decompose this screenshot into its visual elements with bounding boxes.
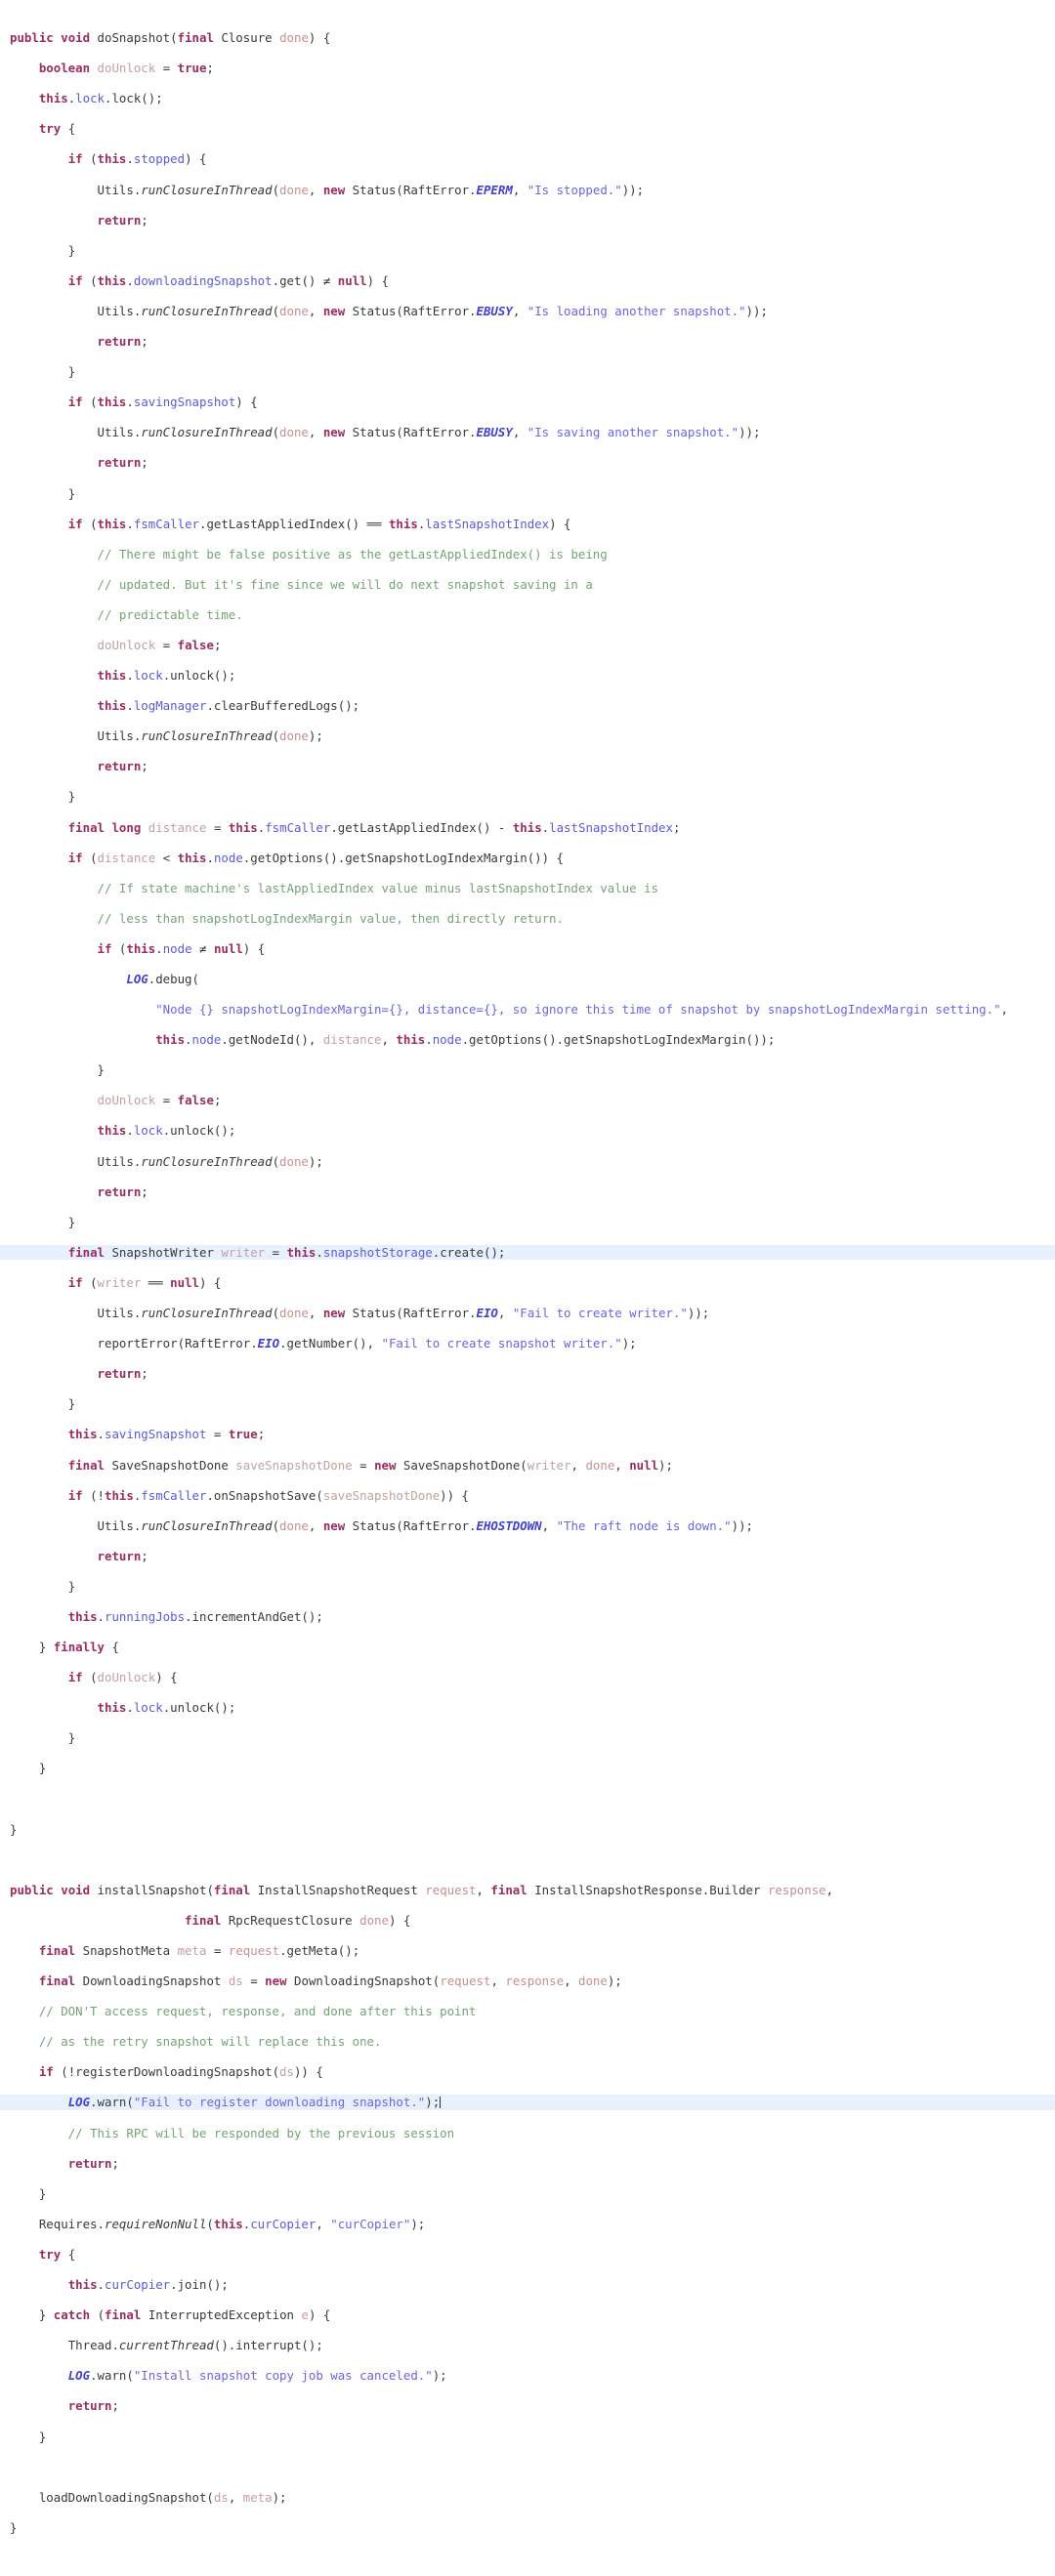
code-line-highlighted[interactable]: LOG.warn("Fail to register downloading s… [0, 2095, 1055, 2111]
code-line[interactable]: if (doUnlock) { [0, 1670, 1055, 1685]
code-line[interactable]: Utils.runClosureInThread(done, new Statu… [0, 304, 1055, 319]
code-line[interactable]: Utils.runClosureInThread(done); [0, 1154, 1055, 1170]
code-line[interactable]: } [0, 1062, 1055, 1078]
code-line[interactable]: Thread.currentThread().interrupt(); [0, 2338, 1055, 2353]
code-line[interactable]: } [0, 364, 1055, 380]
code-line[interactable]: } [0, 1730, 1055, 1746]
code-line[interactable] [0, 1792, 1055, 1807]
code-line[interactable]: } [0, 1215, 1055, 1230]
code-line[interactable]: doUnlock = false; [0, 638, 1055, 653]
code-line[interactable]: Utils.runClosureInThread(done, new Statu… [0, 1518, 1055, 1534]
code-line[interactable]: if (this.node ≠ null) { [0, 941, 1055, 957]
code-line[interactable]: // predictable time. [0, 607, 1055, 623]
code-line[interactable]: Requires.requireNonNull(this.curCopier, … [0, 2217, 1055, 2232]
code-line[interactable]: return; [0, 455, 1055, 471]
code-line[interactable]: } [0, 2520, 1055, 2536]
code-line[interactable] [0, 2460, 1055, 2475]
code-line[interactable]: // as the retry snapshot will replace th… [0, 2034, 1055, 2050]
code-line[interactable]: final SnapshotMeta meta = request.getMet… [0, 1943, 1055, 1959]
code-line[interactable]: // If state machine's lastAppliedIndex v… [0, 881, 1055, 896]
code-line[interactable]: if (this.stopped) { [0, 151, 1055, 167]
code-line[interactable]: return; [0, 1366, 1055, 1382]
code-line[interactable]: } [0, 789, 1055, 805]
text-caret [439, 2097, 441, 2109]
code-line[interactable]: LOG.warn("Install snapshot copy job was … [0, 2368, 1055, 2384]
code-line[interactable]: this.lock.unlock(); [0, 1123, 1055, 1139]
code-line[interactable]: } catch (final InterruptedException e) { [0, 2307, 1055, 2323]
code-line[interactable]: loadDownloadingSnapshot(ds, meta); [0, 2490, 1055, 2506]
code-line[interactable]: return; [0, 1184, 1055, 1200]
code-line[interactable]: this.logManager.clearBufferedLogs(); [0, 698, 1055, 714]
code-line[interactable]: this.runningJobs.incrementAndGet(); [0, 1609, 1055, 1625]
code-line[interactable]: } [0, 2430, 1055, 2445]
code-line[interactable] [0, 2551, 1055, 2566]
code-line[interactable]: Utils.runClosureInThread(done); [0, 728, 1055, 744]
code-editor[interactable]: public void doSnapshot(final Closure don… [0, 0, 1055, 2576]
code-line[interactable]: Utils.runClosureInThread(done, new Statu… [0, 425, 1055, 440]
code-line[interactable]: this.node.getNodeId(), distance, this.no… [0, 1032, 1055, 1048]
code-line[interactable]: // updated. But it's fine since we will … [0, 577, 1055, 593]
code-line[interactable]: doUnlock = false; [0, 1093, 1055, 1108]
code-line[interactable]: this.savingSnapshot = true; [0, 1427, 1055, 1442]
code-line[interactable]: return; [0, 2398, 1055, 2414]
code-line[interactable]: try { [0, 121, 1055, 137]
code-line[interactable]: this.curCopier.join(); [0, 2277, 1055, 2293]
code-line[interactable]: boolean doUnlock = true; [0, 61, 1055, 76]
code-line[interactable]: return; [0, 1549, 1055, 1564]
code-line[interactable]: return; [0, 759, 1055, 774]
code-line[interactable]: return; [0, 334, 1055, 350]
code-line[interactable]: } finally { [0, 1640, 1055, 1655]
code-line[interactable]: "Node {} snapshotLogIndexMargin={}, dist… [0, 1002, 1055, 1018]
code-line[interactable]: if (!registerDownloadingSnapshot(ds)) { [0, 2064, 1055, 2080]
code-line[interactable]: } [0, 1396, 1055, 1412]
code-line[interactable]: if (distance < this.node.getOptions().ge… [0, 851, 1055, 866]
code-line[interactable]: final long distance = this.fsmCaller.get… [0, 820, 1055, 836]
code-line[interactable]: this.lock.unlock(); [0, 1700, 1055, 1716]
code-line[interactable]: final SaveSnapshotDone saveSnapshotDone … [0, 1458, 1055, 1474]
code-line[interactable]: // There might be false positive as the … [0, 547, 1055, 562]
code-line[interactable]: } [0, 1822, 1055, 1838]
code-line[interactable]: Utils.runClosureInThread(done, new Statu… [0, 1306, 1055, 1321]
code-line[interactable]: try { [0, 2247, 1055, 2263]
code-line[interactable]: // DON'T access request, response, and d… [0, 2004, 1055, 2019]
code-line[interactable]: } [0, 2186, 1055, 2202]
code-line[interactable]: if (this.fsmCaller.getLastAppliedIndex()… [0, 517, 1055, 532]
code-line[interactable]: // less than snapshotLogIndexMargin valu… [0, 911, 1055, 927]
code-line[interactable]: this.lock.lock(); [0, 91, 1055, 106]
code-line[interactable]: public void doSnapshot(final Closure don… [0, 30, 1055, 46]
code-line[interactable]: LOG.debug( [0, 972, 1055, 987]
code-line[interactable]: // This RPC will be responded by the pre… [0, 2126, 1055, 2141]
code-line[interactable] [0, 1852, 1055, 1868]
code-line[interactable]: reportError(RaftError.EIO.getNumber(), "… [0, 1336, 1055, 1351]
code-line-highlighted[interactable]: final SnapshotWriter writer = this.snaps… [0, 1244, 1055, 1261]
code-line[interactable]: } [0, 486, 1055, 502]
code-line[interactable]: final DownloadingSnapshot ds = new Downl… [0, 1974, 1055, 1989]
code-line[interactable]: } [0, 1579, 1055, 1595]
code-line[interactable]: if (writer ══ null) { [0, 1275, 1055, 1291]
code-line[interactable]: } [0, 1761, 1055, 1776]
code-line[interactable]: Utils.runClosureInThread(done, new Statu… [0, 183, 1055, 198]
code-line[interactable]: this.lock.unlock(); [0, 668, 1055, 684]
code-line[interactable]: public void installSnapshot(final Instal… [0, 1883, 1055, 1898]
code-line[interactable]: if (this.downloadingSnapshot.get() ≠ nul… [0, 273, 1055, 289]
code-line[interactable]: return; [0, 2156, 1055, 2172]
code-line[interactable]: final RpcRequestClosure done) { [0, 1913, 1055, 1929]
code-line[interactable]: if (this.savingSnapshot) { [0, 395, 1055, 410]
code-line[interactable]: return; [0, 213, 1055, 229]
code-line[interactable]: } [0, 243, 1055, 259]
code-line[interactable]: if (!this.fsmCaller.onSnapshotSave(saveS… [0, 1488, 1055, 1504]
